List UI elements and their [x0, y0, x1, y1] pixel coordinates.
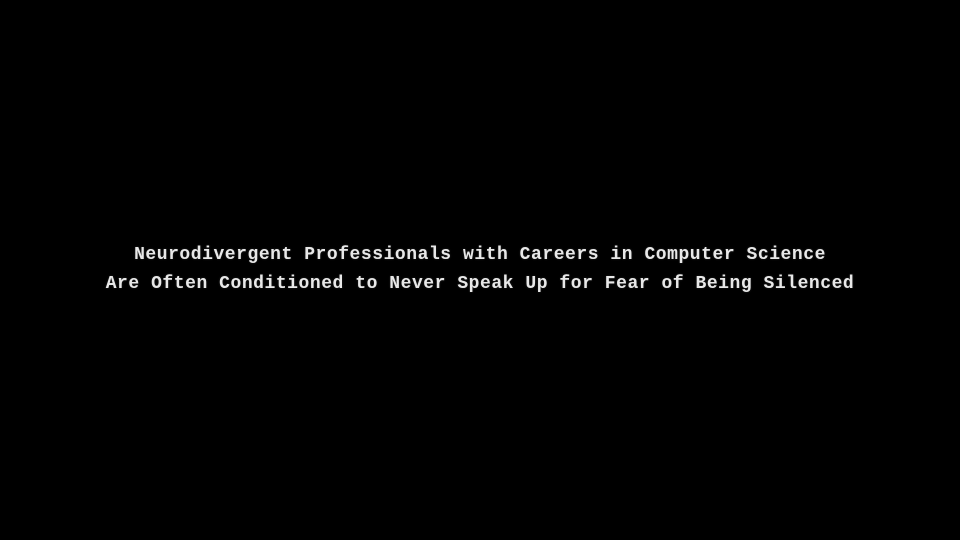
video-screen: Neurodivergent Professionals with Career…: [0, 0, 960, 540]
caption-line-2: Are Often Conditioned to Never Speak Up …: [106, 270, 855, 299]
caption-container: Neurodivergent Professionals with Career…: [106, 241, 855, 299]
caption-line-1: Neurodivergent Professionals with Career…: [106, 241, 855, 270]
